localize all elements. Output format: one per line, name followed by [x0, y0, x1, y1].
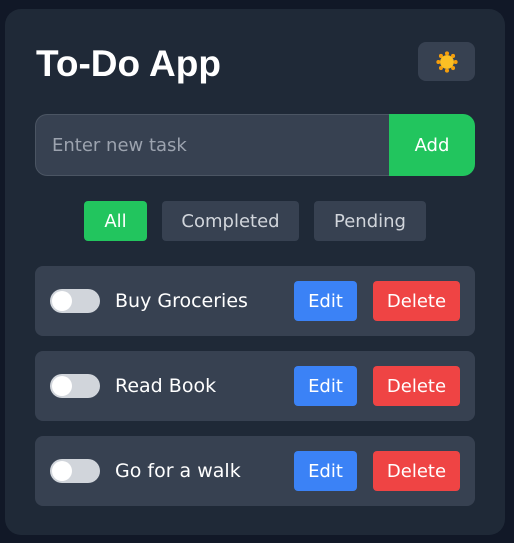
add-task-button[interactable]: Add [389, 114, 475, 176]
filter-pending-button[interactable]: Pending [314, 201, 426, 241]
delete-task-button[interactable]: Delete [373, 451, 460, 491]
task-label: Go for a walk [115, 460, 241, 482]
task-label: Read Book [115, 375, 217, 397]
task-complete-toggle[interactable] [50, 459, 100, 483]
task-item: Read Book Edit Delete [35, 351, 475, 421]
edit-task-button[interactable]: Edit [294, 281, 357, 321]
toggle-knob [52, 461, 72, 481]
task-complete-toggle[interactable] [50, 289, 100, 313]
task-complete-toggle[interactable] [50, 374, 100, 398]
theme-toggle-button[interactable] [418, 42, 475, 81]
edit-task-button[interactable]: Edit [294, 451, 357, 491]
todo-card: To-Do App Add All Completed Pending Buy … [5, 9, 505, 535]
filter-all-button[interactable]: All [84, 201, 147, 241]
edit-task-button[interactable]: Edit [294, 366, 357, 406]
filter-completed-button[interactable]: Completed [162, 201, 299, 241]
app-title: To-Do App [36, 43, 221, 84]
new-task-input[interactable] [35, 114, 389, 176]
filter-bar: All Completed Pending [5, 201, 505, 241]
task-item: Go for a walk Edit Delete [35, 436, 475, 506]
task-label: Buy Groceries [115, 290, 248, 312]
delete-task-button[interactable]: Delete [373, 281, 460, 321]
delete-task-button[interactable]: Delete [373, 366, 460, 406]
toggle-knob [52, 376, 72, 396]
sun-icon [435, 50, 458, 73]
toggle-knob [52, 291, 72, 311]
new-task-form: Add [35, 114, 475, 176]
task-item: Buy Groceries Edit Delete [35, 266, 475, 336]
